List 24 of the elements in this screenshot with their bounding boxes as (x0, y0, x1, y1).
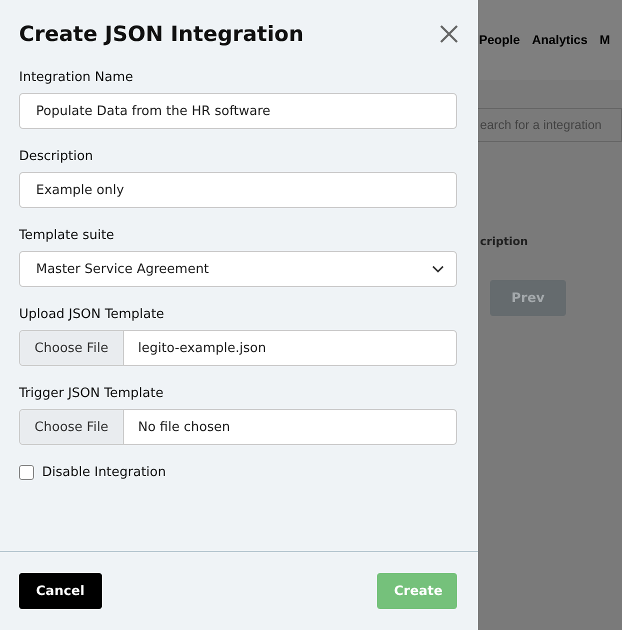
field-label: Integration Name (19, 70, 134, 85)
nav-link[interactable]: M (600, 33, 610, 47)
field-label: Description (19, 149, 94, 164)
chevron-down-icon (432, 265, 444, 273)
file-name: legito-example.json (137, 340, 266, 358)
nav-link[interactable]: Analytics (532, 33, 588, 47)
file-name: No file chosen (137, 418, 230, 436)
dialog-title: Create JSON Integration (19, 22, 304, 46)
field-label: Trigger JSON Template (19, 386, 164, 401)
nav-link[interactable]: People (479, 33, 520, 47)
select-dropdown[interactable]: Master Service Agreement (19, 251, 457, 287)
choose-file-button[interactable]: Choose File (20, 331, 124, 365)
text-field[interactable]: Populate Data from the HR software (19, 93, 457, 129)
field-label: Upload JSON Template (19, 307, 166, 322)
column-header: cription (480, 235, 528, 248)
cancel-button[interactable]: Cancel (19, 573, 102, 609)
checkbox[interactable] (19, 465, 34, 480)
field-label: Template suite (19, 228, 116, 243)
choose-file-button[interactable]: Choose File (20, 410, 124, 444)
text-field[interactable]: Example only (19, 172, 457, 208)
close-icon[interactable] (438, 23, 460, 45)
checkbox-label: Disable Integration (42, 465, 166, 480)
file-field[interactable]: Choose File No file chosen (19, 409, 457, 445)
file-field[interactable]: Choose File legito-example.json (19, 330, 457, 366)
